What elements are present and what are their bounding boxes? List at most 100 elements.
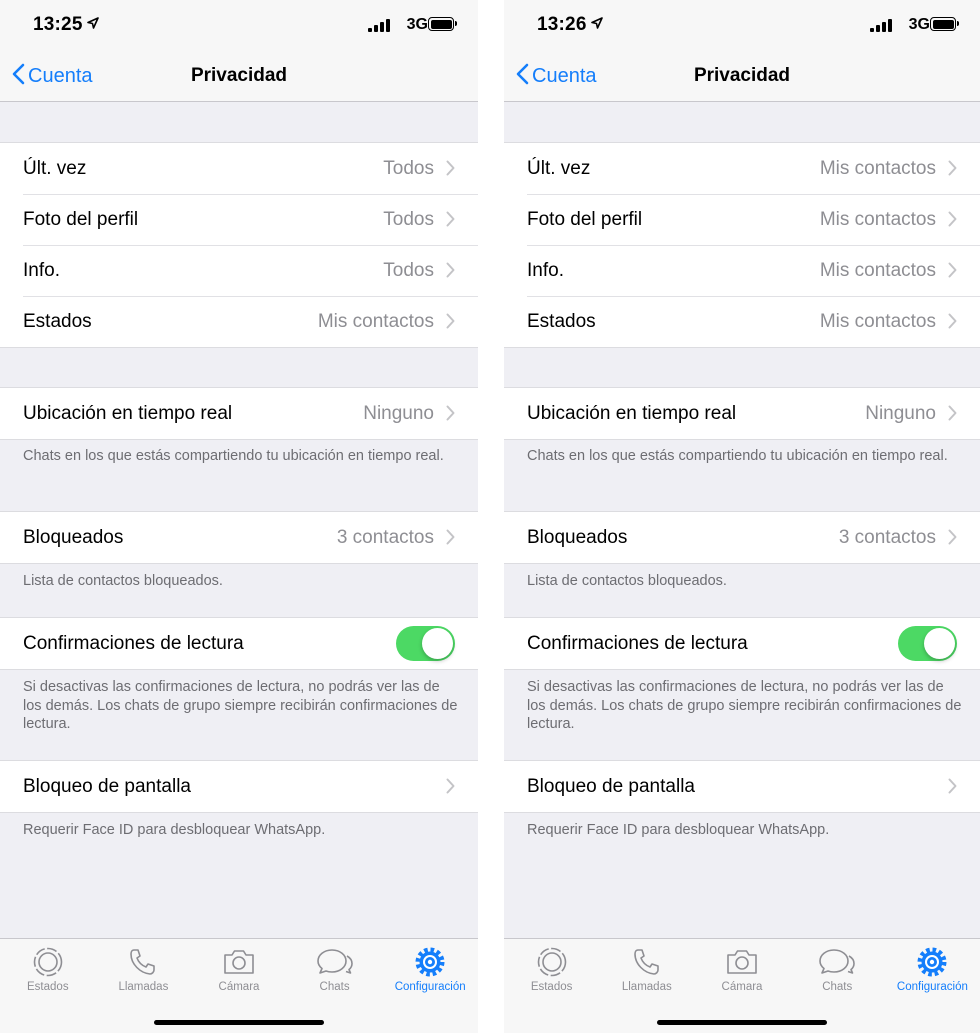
live-location-footnote: Chats en los que estás compartiendo tu u… — [23, 448, 444, 464]
privacy-visibility-group: Últ. vez Todos Foto del perfil Todos Info.… — [0, 142, 478, 348]
status-time: 13:25 — [33, 14, 99, 36]
screen-lock-footnote: Requerir Face ID para desbloquear WhatsA… — [23, 822, 326, 838]
row-status[interactable]: Estados Mis contactos — [0, 296, 478, 347]
tab-chats[interactable]: Chats — [287, 939, 383, 1033]
read-receipts-toggle[interactable] — [396, 626, 455, 661]
chevron-right-icon — [446, 313, 455, 329]
chevron-right-icon — [446, 405, 455, 421]
status-bar: 13:25 3G — [0, 0, 478, 52]
signal-icon — [870, 19, 892, 32]
tab-label: Cámara — [721, 981, 763, 993]
row-value: 3 contactos — [838, 527, 936, 548]
home-indicator[interactable] — [154, 1020, 324, 1025]
phone-icon — [633, 949, 659, 975]
camera-icon — [727, 950, 757, 974]
status-time: 13:26 — [537, 14, 603, 36]
status-icon — [537, 947, 566, 977]
tab-status[interactable]: Estados — [504, 939, 599, 1033]
read-receipts-toggle[interactable] — [898, 626, 957, 661]
row-label: Bloqueo de pantalla — [23, 776, 191, 797]
camera-icon — [224, 950, 254, 974]
chevron-right-icon — [948, 313, 957, 329]
tab-settings[interactable]: Configuración — [885, 939, 980, 1033]
row-label: Estados — [23, 311, 92, 332]
row-label: Ubicación en tiempo real — [23, 403, 233, 424]
gear-icon — [917, 947, 947, 977]
row-screen-lock[interactable]: Bloqueo de pantalla — [504, 761, 980, 812]
tab-bar: Estados Llamadas Cámara Chats Configurac… — [504, 938, 980, 1033]
row-blocked[interactable]: Bloqueados 3 contactos — [504, 512, 980, 563]
row-value: Mis contactos — [819, 209, 936, 230]
chevron-right-icon — [948, 778, 957, 794]
row-value: Mis contactos — [819, 260, 936, 281]
privacy-visibility-group: Últ. vez Mis contactos Foto del perfil Mis… — [504, 142, 980, 348]
home-indicator[interactable] — [657, 1020, 827, 1025]
row-profile-photo[interactable]: Foto del perfil Mis contactos — [504, 194, 980, 245]
row-read-receipts: Confirmaciones de lectura — [0, 618, 478, 669]
tab-camera[interactable]: Cámara — [191, 939, 287, 1033]
row-status[interactable]: Estados Mis contactos — [504, 296, 980, 347]
row-label: Confirmaciones de lectura — [527, 633, 748, 654]
row-last-seen[interactable]: Últ. vez Todos — [0, 143, 478, 194]
status-icon — [33, 947, 63, 977]
row-label: Foto del perfil — [23, 209, 139, 230]
tab-label: Llamadas — [621, 981, 672, 993]
chats-icon — [316, 949, 353, 974]
screen-lock-group: Bloqueo de pantalla — [504, 760, 980, 813]
chevron-right-icon — [446, 211, 455, 227]
tab-label: Configuración — [394, 981, 466, 993]
row-live-location[interactable]: Ubicación en tiempo real Ninguno — [504, 388, 980, 439]
read-receipts-footnote: Si desactivas las confirmaciones de lect… — [527, 679, 962, 732]
chevron-right-icon — [446, 160, 455, 176]
row-value: Mis contactos — [819, 311, 936, 332]
tab-label: Estados — [27, 981, 69, 993]
row-value: Ninguno — [363, 403, 434, 424]
tab-label: Llamadas — [118, 981, 169, 993]
screen-right: 13:26 3G Cuenta Privacidad Últ. vez Mis c… — [504, 0, 980, 1033]
tab-label: Configuración — [896, 981, 968, 993]
screen-left: 13:25 3G Cuenta Privacidad Últ. vez Todos… — [0, 0, 478, 1033]
chats-icon — [819, 949, 856, 974]
row-info[interactable]: Info. Mis contactos — [504, 245, 980, 296]
row-value: Mis contactos — [317, 311, 434, 332]
chevron-right-icon — [948, 529, 957, 545]
row-value: Mis contactos — [819, 158, 936, 179]
blocked-group: Bloqueados 3 contactos — [0, 511, 478, 564]
chevron-right-icon — [948, 160, 957, 176]
row-label: Últ. vez — [527, 158, 591, 179]
gear-icon — [415, 947, 445, 977]
row-label: Bloqueo de pantalla — [527, 776, 695, 797]
row-label: Info. — [23, 260, 60, 281]
read-receipts-footnote: Si desactivas las confirmaciones de lect… — [23, 679, 458, 732]
row-value: Ninguno — [865, 403, 936, 424]
toggle-knob — [924, 628, 955, 659]
page-title: Privacidad — [693, 65, 791, 86]
network-type: 3G — [908, 16, 930, 33]
live-location-footnote: Chats en los que estás compartiendo tu u… — [527, 448, 948, 464]
read-receipts-group: Confirmaciones de lectura — [0, 617, 478, 670]
row-last-seen[interactable]: Últ. vez Mis contactos — [504, 143, 980, 194]
row-info[interactable]: Info. Todos — [0, 245, 478, 296]
tab-calls[interactable]: Llamadas — [599, 939, 694, 1033]
clock: 13:26 — [537, 14, 587, 35]
status-bar: 13:26 3G — [504, 0, 980, 52]
toggle-knob — [422, 628, 453, 659]
row-label: Bloqueados — [527, 527, 628, 548]
tab-bar: Estados Llamadas Cámara Chats Configurac… — [0, 938, 478, 1033]
chevron-right-icon — [948, 211, 957, 227]
row-blocked[interactable]: Bloqueados 3 contactos — [0, 512, 478, 563]
tab-camera[interactable]: Cámara — [694, 939, 789, 1033]
row-label: Últ. vez — [23, 158, 87, 179]
row-profile-photo[interactable]: Foto del perfil Todos — [0, 194, 478, 245]
live-location-group: Ubicación en tiempo real Ninguno — [504, 387, 980, 440]
tab-status[interactable]: Estados — [0, 939, 96, 1033]
tab-label: Chats — [822, 981, 853, 993]
screen-lock-group: Bloqueo de pantalla — [0, 760, 478, 813]
row-value: Todos — [383, 260, 434, 281]
tab-chats[interactable]: Chats — [790, 939, 885, 1033]
tab-calls[interactable]: Llamadas — [96, 939, 192, 1033]
row-live-location[interactable]: Ubicación en tiempo real Ninguno — [0, 388, 478, 439]
tab-settings[interactable]: Configuración — [382, 939, 478, 1033]
tab-label: Chats — [319, 981, 350, 993]
row-screen-lock[interactable]: Bloqueo de pantalla — [0, 761, 478, 812]
